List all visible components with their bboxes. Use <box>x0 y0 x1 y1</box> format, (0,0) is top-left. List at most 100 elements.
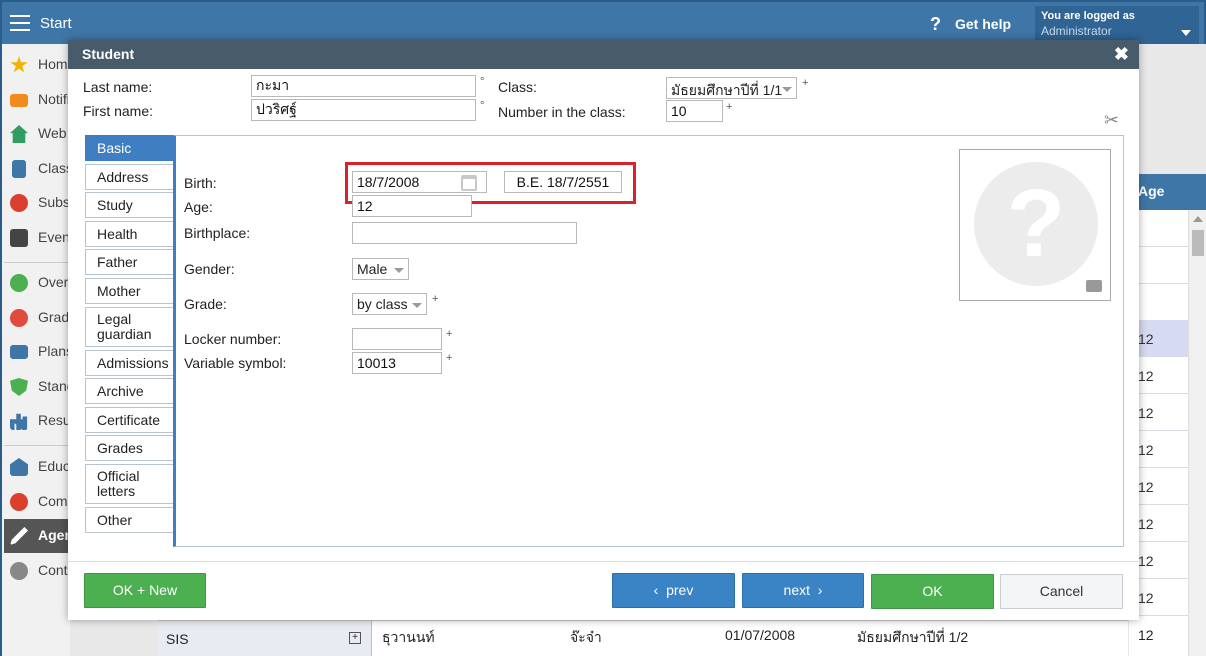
first-name-input[interactable] <box>251 99 476 121</box>
sis-label: SIS <box>166 631 189 647</box>
sidebar-item-events[interactable]: Event <box>4 221 72 255</box>
next-button[interactable]: next › <box>742 573 864 608</box>
house-icon <box>10 125 28 143</box>
folder-icon[interactable] <box>1086 280 1102 292</box>
cell-name: ธุวานนท์ <box>382 629 435 645</box>
sidebar-item-grades[interactable]: Grade <box>4 301 72 335</box>
cell-age: 12 <box>1138 627 1154 643</box>
sidebar-item-label: Plans <box>38 343 72 359</box>
top-bar: Start ? Get help You are logged as Admin… <box>0 0 1206 44</box>
sidebar-item-label: Contr <box>38 562 72 578</box>
sidebar-item-agenda[interactable]: Agen <box>4 519 72 553</box>
student-photo[interactable]: ? <box>959 149 1111 301</box>
tab-basic[interactable]: Basic <box>85 135 173 161</box>
sidebar-item-label: Agen <box>38 527 72 543</box>
sidebar-item-notifications[interactable]: Notifi <box>4 83 72 117</box>
required-marker: + <box>726 101 733 113</box>
sidebar-item-standards[interactable]: Stand <box>4 370 72 404</box>
class-select-value: มัธยมศึกษาปีที่ 1/1 <box>671 82 783 98</box>
sidebar-item-results[interactable]: Resu <box>4 404 72 438</box>
chevron-left-icon: ‹ <box>653 582 667 598</box>
students-table-fragment: Age 12 12 12 12 12 12 12 12 <box>1129 174 1206 656</box>
tab-admissions[interactable]: Admissions <box>85 350 173 376</box>
tab-father[interactable]: Father <box>85 249 173 275</box>
dialog-title: Student <box>82 46 135 62</box>
tab-certificate[interactable]: Certificate <box>85 407 173 433</box>
sidebar-item-substitutions[interactable]: Subst <box>4 186 72 220</box>
sidebar-item-home[interactable]: Home <box>4 48 72 82</box>
birth-label: Birth: <box>184 175 217 191</box>
age-input[interactable] <box>352 195 472 217</box>
grade-select[interactable]: by class <box>352 293 427 315</box>
column-header-age[interactable]: Age <box>1129 174 1206 210</box>
building-icon <box>10 458 28 476</box>
grade-label: Grade: <box>184 296 227 312</box>
sidebar-item-plans[interactable]: Plans <box>4 335 72 369</box>
degree-marker: ° <box>480 76 485 88</box>
user-menu[interactable]: You are logged as Administrator <box>1035 6 1199 44</box>
class-select[interactable]: มัธยมศึกษาปีที่ 1/1 <box>666 77 797 99</box>
sis-group[interactable]: SIS + <box>158 621 372 656</box>
sidebar-item-class[interactable]: Class <box>4 152 72 186</box>
variable-symbol-input[interactable] <box>352 352 442 374</box>
get-help-link[interactable]: Get help <box>955 16 1011 32</box>
sidebar-item-web[interactable]: Web <box>4 117 72 151</box>
tab-other[interactable]: Other <box>85 507 173 533</box>
hamburger-menu-icon[interactable] <box>10 15 30 31</box>
gender-label: Gender: <box>184 261 235 277</box>
sidebar-item-education[interactable]: Educ <box>4 450 72 484</box>
student-dialog: Student ✖ Last name: ° First name: ° Cla… <box>68 40 1139 620</box>
check-circle-icon <box>10 274 28 292</box>
last-name-input[interactable] <box>251 75 476 97</box>
tab-health[interactable]: Health <box>85 221 173 247</box>
next-label: next <box>783 582 810 598</box>
sidebar-divider <box>4 445 72 446</box>
star-icon <box>10 56 28 73</box>
scroll-up-arrow-icon[interactable] <box>1193 216 1203 222</box>
close-icon[interactable]: ✖ <box>1114 44 1129 65</box>
prev-label: prev <box>666 582 694 598</box>
degree-marker: ° <box>480 100 485 112</box>
tab-official-letters[interactable]: Official letters <box>85 464 173 504</box>
prev-button[interactable]: ‹ prev <box>612 573 735 608</box>
birthplace-input[interactable] <box>352 222 577 244</box>
locker-number-input[interactable] <box>352 328 442 350</box>
expand-plus-icon[interactable]: + <box>349 632 361 644</box>
sidebar-item-label: Grade <box>38 309 72 325</box>
sidebar-item-label: Class <box>38 160 72 176</box>
cancel-button[interactable]: Cancel <box>1000 574 1123 609</box>
envelope-icon <box>10 94 28 107</box>
ok-button[interactable]: OK <box>871 574 994 609</box>
help-icon[interactable]: ? <box>930 14 941 35</box>
user-name: Administrator <box>1041 24 1112 38</box>
tab-archive[interactable]: Archive <box>85 378 173 404</box>
required-marker: + <box>446 328 453 340</box>
sidebar-item-label: Educ <box>38 458 70 474</box>
number-in-class-input[interactable] <box>666 100 723 122</box>
ok-new-button[interactable]: OK + New <box>84 573 206 608</box>
start-link[interactable]: Start <box>40 15 72 32</box>
chevron-down-icon <box>394 268 404 273</box>
tab-grades[interactable]: Grades <box>85 435 173 461</box>
gender-select-value: Male <box>357 261 388 277</box>
tools-icon[interactable]: ✂ <box>1104 110 1119 131</box>
tab-study[interactable]: Study <box>85 192 173 218</box>
sidebar-item-control[interactable]: Contr <box>4 554 72 588</box>
gender-select[interactable]: Male <box>352 258 409 280</box>
required-marker: + <box>802 77 809 89</box>
tab-legal-guardian[interactable]: Legal guardian <box>85 307 173 347</box>
bottom-table-row[interactable]: SIS + ธุวานนท์ จ๊ะจ๋า 01/07/2008 มัธยมศึก… <box>158 620 1154 656</box>
required-marker: + <box>432 293 439 305</box>
tab-mother[interactable]: Mother <box>85 278 173 304</box>
sidebar-item-label: Web <box>38 125 67 141</box>
scrollbar-thumb[interactable] <box>1192 230 1204 256</box>
tab-address[interactable]: Address <box>85 164 173 190</box>
sidebar-item-overview[interactable]: Overv <box>4 266 72 300</box>
person-icon <box>10 194 28 212</box>
sidebar-item-label: Home <box>38 56 72 72</box>
age-label: Age: <box>184 199 213 215</box>
sidebar-item-label: Resu <box>38 412 71 428</box>
vertical-scrollbar[interactable] <box>1188 210 1206 656</box>
sidebar-item-communication[interactable]: Comr <box>4 485 72 519</box>
cell-class: มัธยมศึกษาปีที่ 1/2 <box>857 629 969 645</box>
